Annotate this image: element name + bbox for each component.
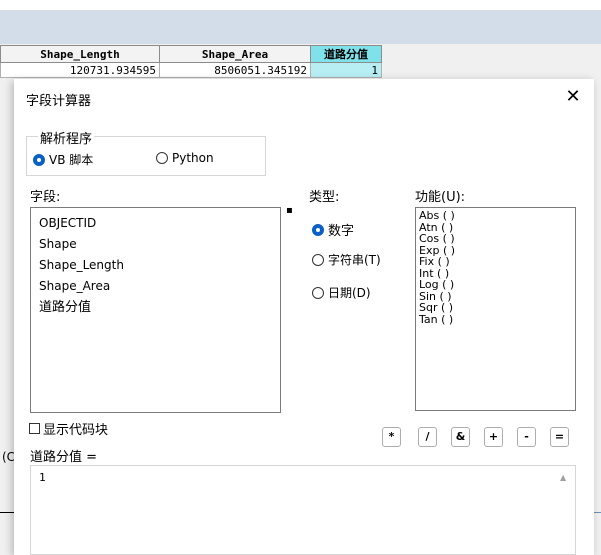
parser-radio-python-label: Python [172,151,214,165]
radio-selected-icon [33,153,45,166]
parser-group-label: 解析程序 [38,128,95,147]
type-label: 类型: [309,190,340,205]
expression-text: 1 [39,471,46,484]
type-radio-string[interactable]: 字符串(T) [312,251,381,268]
list-item[interactable]: Sqr ( ) [419,302,575,314]
attribute-table: Shape_Length Shape_Area 道路分值 120731.9345… [0,45,382,78]
list-item[interactable]: Fix ( ) [419,256,575,268]
functions-list[interactable]: Abs ( ) Atn ( ) Cos ( ) Exp ( ) Fix ( ) … [415,207,576,411]
list-item[interactable]: Cos ( ) [419,233,575,245]
type-radio-date[interactable]: 日期(D) [312,284,371,301]
fields-label: 字段: [30,190,61,205]
field-calculator-dialog: 字段计算器 ✕ 解析程序 VB 脚本 Python 字段: OBJECTID S… [14,79,594,555]
column-header-shape-area[interactable]: Shape_Area [159,45,311,63]
parser-radio-vbscript[interactable]: VB 脚本 [33,151,93,168]
dialog-title: 字段计算器 [26,94,92,109]
cell-shape-area[interactable]: 8506051.345192 [159,62,311,78]
type-radio-number[interactable]: 数字 [312,220,354,239]
field-list-marker: ▪ [286,205,293,216]
background-divider [0,512,14,513]
column-header-shape-length[interactable]: Shape_Length [0,45,160,63]
operator-concat-button[interactable]: & [451,427,470,447]
table-row[interactable]: 120731.934595 8506051.345192 1 [0,62,382,78]
operator-plus-button[interactable]: + [484,427,503,447]
list-item[interactable]: Shape_Length [39,255,280,276]
close-icon[interactable]: ✕ [560,85,586,109]
checkbox-unchecked-icon [29,423,40,434]
show-codeblock-checkbox[interactable]: 显示代码块 [29,419,108,438]
expression-input[interactable]: 1 ▲ [30,465,576,555]
list-item[interactable]: Shape_Area [39,276,280,297]
show-codeblock-label: 显示代码块 [43,423,109,438]
list-item[interactable]: Abs ( ) [419,210,575,222]
list-item[interactable]: 道路分值 [39,297,280,318]
radio-unselected-icon [312,286,324,299]
column-header-road-score[interactable]: 道路分值 [310,45,382,63]
operator-equals-button[interactable]: = [550,427,569,447]
list-item[interactable]: Shape [39,234,280,255]
type-radio-number-label: 数字 [328,224,355,239]
operator-multiply-button[interactable]: * [382,427,401,447]
fields-list[interactable]: OBJECTID Shape Shape_Length Shape_Area 道… [30,207,281,413]
radio-unselected-icon [312,253,324,266]
radio-unselected-icon [156,152,168,164]
window-top-strip [0,0,601,10]
background-divider-right [594,512,601,513]
type-radio-date-label: 日期(D) [328,286,371,300]
type-radio-string-label: 字符串(T) [328,253,381,267]
functions-label: 功能(U): [415,190,466,205]
list-item[interactable]: Tan ( ) [419,313,575,326]
cell-road-score[interactable]: 1 [310,62,382,78]
expression-label: 道路分值 = [30,450,98,465]
table-toolbar-band [0,10,601,44]
radio-selected-icon [312,223,324,236]
scroll-up-icon[interactable]: ▲ [560,473,566,482]
parser-radio-python[interactable]: Python [156,151,214,165]
list-item[interactable]: OBJECTID [39,213,280,234]
operator-divide-button[interactable]: / [418,427,437,447]
operator-minus-button[interactable]: - [517,427,536,447]
list-item[interactable]: Log ( ) [419,279,575,291]
parser-radio-vbscript-label: VB 脚本 [49,153,94,167]
cell-shape-length[interactable]: 120731.934595 [0,62,160,78]
